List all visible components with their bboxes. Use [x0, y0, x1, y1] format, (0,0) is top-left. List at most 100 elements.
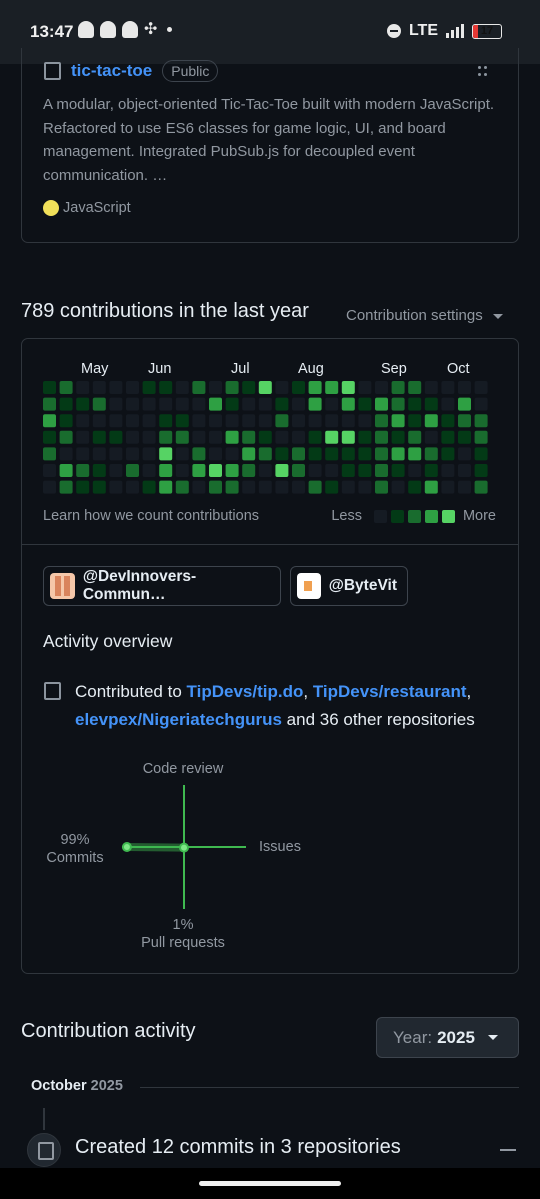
contribution-day-cell[interactable] [43, 381, 56, 394]
org-button-devinnovers[interactable]: @DevInnovers-Commun… [43, 566, 281, 606]
contribution-day-cell[interactable] [242, 381, 256, 394]
contribution-day-cell[interactable] [43, 480, 56, 494]
contribution-day-cell[interactable] [209, 381, 222, 394]
contribution-day-cell[interactable] [142, 430, 156, 444]
contribution-day-cell[interactable] [325, 381, 339, 394]
contribution-day-cell[interactable] [175, 430, 189, 444]
contribution-day-cell[interactable] [175, 447, 189, 461]
contribution-day-cell[interactable] [59, 447, 73, 461]
contribution-day-cell[interactable] [358, 381, 372, 394]
contribution-day-cell[interactable] [92, 381, 106, 394]
contribution-day-cell[interactable] [159, 464, 173, 477]
contribution-day-cell[interactable] [159, 447, 173, 461]
contribution-day-cell[interactable] [142, 464, 156, 477]
contribution-day-cell[interactable] [142, 397, 156, 411]
contribution-day-cell[interactable] [225, 397, 239, 411]
contribution-day-cell[interactable] [76, 397, 90, 411]
contribution-day-cell[interactable] [175, 464, 189, 477]
contribution-day-cell[interactable] [474, 397, 488, 411]
contribution-day-cell[interactable] [109, 430, 123, 444]
contribution-day-cell[interactable] [358, 480, 372, 494]
contribution-day-cell[interactable] [242, 430, 256, 444]
contribution-day-cell[interactable] [76, 480, 90, 494]
contribution-day-cell[interactable] [92, 464, 106, 477]
contribution-day-cell[interactable] [242, 397, 256, 411]
repo-name-link[interactable]: tic-tac-toe [71, 61, 152, 81]
drag-handle-icon[interactable] [478, 66, 488, 76]
contribution-day-cell[interactable] [109, 447, 123, 461]
contribution-day-cell[interactable] [76, 447, 90, 461]
contribution-day-cell[interactable] [391, 414, 405, 428]
contribution-day-cell[interactable] [126, 464, 139, 477]
contribution-day-cell[interactable] [109, 480, 123, 494]
contribution-day-cell[interactable] [126, 381, 139, 394]
contribution-day-cell[interactable] [76, 464, 90, 477]
contribution-day-cell[interactable] [441, 480, 455, 494]
contribution-day-cell[interactable] [325, 414, 339, 428]
contribution-day-cell[interactable] [358, 397, 372, 411]
contribution-day-cell[interactable] [126, 397, 139, 411]
contribution-day-cell[interactable] [92, 430, 106, 444]
contribution-day-cell[interactable] [225, 464, 239, 477]
contribution-day-cell[interactable] [358, 414, 372, 428]
contribution-day-cell[interactable] [59, 381, 73, 394]
contribution-day-cell[interactable] [458, 397, 471, 411]
contribution-day-cell[interactable] [242, 414, 256, 428]
contribution-day-cell[interactable] [43, 414, 56, 428]
contribution-day-cell[interactable] [308, 480, 322, 494]
contribution-day-cell[interactable] [292, 480, 305, 494]
contribution-day-cell[interactable] [59, 414, 73, 428]
contribution-day-cell[interactable] [59, 397, 73, 411]
contribution-day-cell[interactable] [225, 414, 239, 428]
contribution-day-cell[interactable] [391, 447, 405, 461]
activity-entry[interactable]: Created 12 commits in 3 repositories [75, 1136, 401, 1159]
contribution-day-cell[interactable] [341, 381, 355, 394]
contribution-day-cell[interactable] [358, 430, 372, 444]
contribution-day-cell[interactable] [458, 480, 471, 494]
contribution-day-cell[interactable] [175, 397, 189, 411]
contribution-day-cell[interactable] [76, 430, 90, 444]
contribution-day-cell[interactable] [76, 381, 90, 394]
contribution-day-cell[interactable] [458, 430, 471, 444]
contribution-day-cell[interactable] [458, 414, 471, 428]
home-gesture-handle[interactable] [199, 1181, 341, 1186]
contribution-day-cell[interactable] [258, 397, 272, 411]
contribution-day-cell[interactable] [242, 480, 256, 494]
contribution-day-cell[interactable] [209, 480, 222, 494]
contribution-day-cell[interactable] [391, 430, 405, 444]
contribution-day-cell[interactable] [424, 447, 438, 461]
contribution-day-cell[interactable] [209, 464, 222, 477]
contribution-day-cell[interactable] [408, 464, 422, 477]
contribution-day-cell[interactable] [175, 414, 189, 428]
contribution-day-cell[interactable] [341, 480, 355, 494]
contribution-day-cell[interactable] [225, 430, 239, 444]
contribution-day-cell[interactable] [341, 397, 355, 411]
contribution-day-cell[interactable] [408, 480, 422, 494]
contribution-day-cell[interactable] [441, 381, 455, 394]
contribution-day-cell[interactable] [126, 480, 139, 494]
contribution-day-cell[interactable] [275, 381, 289, 394]
contribution-day-cell[interactable] [209, 447, 222, 461]
contribution-day-cell[interactable] [341, 414, 355, 428]
contribution-day-cell[interactable] [209, 397, 222, 411]
contribution-day-cell[interactable] [109, 464, 123, 477]
contribution-day-cell[interactable] [192, 464, 206, 477]
contribution-day-cell[interactable] [43, 430, 56, 444]
contribution-day-cell[interactable] [474, 430, 488, 444]
contribution-day-cell[interactable] [59, 430, 73, 444]
contribution-day-cell[interactable] [126, 414, 139, 428]
contribution-day-cell[interactable] [424, 480, 438, 494]
contribution-day-cell[interactable] [275, 397, 289, 411]
contribution-day-cell[interactable] [59, 464, 73, 477]
contribution-day-cell[interactable] [258, 480, 272, 494]
contribution-day-cell[interactable] [375, 430, 388, 444]
contribution-day-cell[interactable] [408, 397, 422, 411]
contribution-day-cell[interactable] [192, 430, 206, 444]
unfold-icon[interactable] [500, 1140, 516, 1160]
contribution-day-cell[interactable] [391, 397, 405, 411]
contribution-day-cell[interactable] [275, 447, 289, 461]
contribution-day-cell[interactable] [192, 414, 206, 428]
contribution-day-cell[interactable] [308, 397, 322, 411]
contribution-day-cell[interactable] [424, 430, 438, 444]
contribution-day-cell[interactable] [192, 381, 206, 394]
